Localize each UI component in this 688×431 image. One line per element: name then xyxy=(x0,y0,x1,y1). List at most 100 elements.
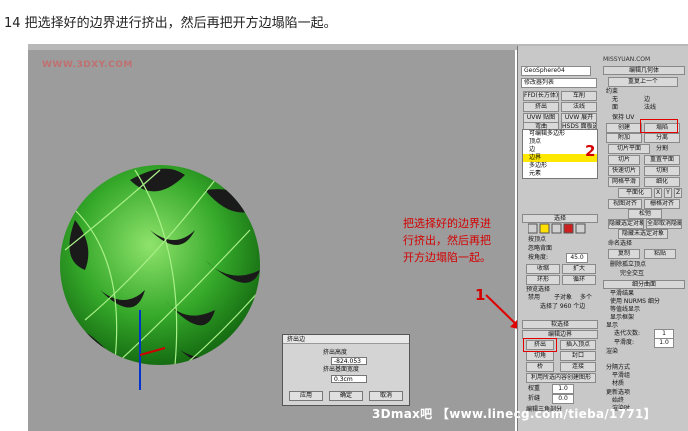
ring-button[interactable]: 环形 xyxy=(526,275,560,285)
create-shape-button[interactable]: 利用所选内容创建图形 xyxy=(526,373,596,383)
preview-subobj-radio[interactable]: 子对象 xyxy=(554,294,572,302)
constraint-none-radio[interactable]: 无 xyxy=(612,96,618,104)
chamfer-button[interactable]: 切角 xyxy=(526,351,554,361)
stack-item-element[interactable]: 元素 xyxy=(523,170,597,178)
smoothness-input[interactable]: 1.0 xyxy=(654,338,674,348)
smoothness-label: 平滑度: xyxy=(614,339,635,346)
step-number-2: 2 xyxy=(585,142,596,160)
crease-label: 折缝 xyxy=(528,395,541,402)
split-checkbox[interactable]: 分割 xyxy=(656,145,668,153)
modifier-btn-extrude[interactable]: 挤出 xyxy=(523,102,559,112)
weight-label: 权重 xyxy=(528,385,541,392)
extrude-base-label: 挤出基面宽度 xyxy=(323,366,360,373)
weight-input[interactable]: 1.0 xyxy=(552,384,574,394)
show-cage-checkbox[interactable]: 显示框架 xyxy=(610,314,634,322)
extrude-base-input[interactable]: 0.3cm xyxy=(331,375,367,383)
paste-button[interactable]: 粘贴 xyxy=(644,249,676,259)
hide-selected-button[interactable]: 隐藏选定对象 xyxy=(608,219,644,229)
loop-button[interactable]: 循环 xyxy=(562,275,596,285)
ok-button[interactable]: 确定 xyxy=(329,391,363,401)
constraint-face-radio[interactable]: 面 xyxy=(612,104,618,112)
shrink-button[interactable]: 收缩 xyxy=(526,264,560,274)
create-button[interactable]: 创建 xyxy=(606,123,642,133)
named-selections-label: 命名选择 xyxy=(608,240,633,247)
selection-count-text: 选择了 960 个边 xyxy=(540,303,586,310)
preserve-uv-checkbox[interactable]: 保持 UV xyxy=(612,114,634,122)
planarize-x-button[interactable]: X xyxy=(654,188,662,198)
planarize-button[interactable]: 平面化 xyxy=(618,188,652,198)
extrude-edges-dialog: 挤出边 挤出高度 -824.053 挤出基面宽度 0.3cm 应用 确定 取消 xyxy=(282,334,410,406)
preview-disabled-radio[interactable]: 禁用 xyxy=(528,294,540,302)
highlight-collapse xyxy=(640,119,678,133)
geosphere-model[interactable] xyxy=(55,150,265,390)
subobject-icons[interactable] xyxy=(528,223,588,234)
modifier-list-dropdown[interactable]: 修改器列表 xyxy=(521,78,597,88)
modifier-btn-lathe[interactable]: 车削 xyxy=(561,91,597,101)
copy-button[interactable]: 复制 xyxy=(608,249,640,259)
grow-button[interactable]: 扩大 xyxy=(562,264,596,274)
bridge-button[interactable]: 桥 xyxy=(526,362,554,372)
slice-plane-button[interactable]: 切片平面 xyxy=(608,144,650,154)
cap-button[interactable]: 封口 xyxy=(560,351,596,361)
grid-align-button[interactable]: 栅格对齐 xyxy=(644,199,680,209)
constraint-edge-radio[interactable]: 边 xyxy=(644,96,650,104)
use-nurms-checkbox[interactable]: 使用 NURMS 细分 xyxy=(610,298,660,306)
detach-button[interactable]: 分离 xyxy=(644,133,680,143)
display-label: 显示 xyxy=(606,322,619,329)
extrude-height-input[interactable]: -824.053 xyxy=(331,357,367,365)
tessellate-button[interactable]: 细化 xyxy=(644,177,680,187)
by-vertex-checkbox[interactable]: 按顶点 xyxy=(528,236,546,244)
angle-input[interactable]: 45.0 xyxy=(566,253,588,263)
repeat-last-button[interactable]: 重复上一个 xyxy=(608,77,678,87)
selection-rollout-header[interactable]: 选择 xyxy=(522,214,598,223)
reset-plane-button[interactable]: 重置平面 xyxy=(644,155,680,165)
watermark-bottom: 3Dmax吧 【www.linecg.com/tieba/1771】 xyxy=(372,407,656,421)
slice-button[interactable]: 切片 xyxy=(608,155,640,165)
meshsmooth-button[interactable]: 网格平滑 xyxy=(608,177,640,187)
full-interactivity-checkbox[interactable]: 完全交互 xyxy=(620,270,644,278)
modifier-btn-ffd[interactable]: FFD(长方体) xyxy=(523,91,559,101)
object-name-field[interactable]: GeoSphere04 xyxy=(521,66,591,76)
watermark-top: WWW.3DXY.COM xyxy=(42,60,133,70)
planarize-z-button[interactable]: Z xyxy=(674,188,682,198)
attach-button[interactable]: 附加 xyxy=(606,133,642,143)
connect-button[interactable]: 连接 xyxy=(560,362,596,372)
materials-checkbox[interactable]: 材质 xyxy=(612,380,624,388)
constraint-normal-radio[interactable]: 法线 xyxy=(644,104,656,112)
view-align-button[interactable]: 视图对齐 xyxy=(608,199,642,209)
highlight-extrude xyxy=(523,338,557,352)
crease-input[interactable]: 0.0 xyxy=(552,394,574,404)
quickslice-button[interactable]: 快速切片 xyxy=(608,166,640,176)
preview-multi-radio[interactable]: 多个 xyxy=(580,294,592,302)
hide-unselected-button[interactable]: 隐藏未选定对象 xyxy=(618,229,668,239)
dialog-title: 挤出边 xyxy=(283,335,409,344)
by-angle-checkbox[interactable]: 按角度: xyxy=(528,254,548,262)
separate-by-label: 分隔方式 xyxy=(606,364,631,371)
relax-button[interactable]: 松弛 xyxy=(628,209,662,219)
update-options-label: 更新选项 xyxy=(606,389,631,396)
planarize-y-button[interactable]: Y xyxy=(664,188,672,198)
edit-geometry-rollout[interactable]: 编辑几何体 xyxy=(603,66,685,75)
unhide-all-button[interactable]: 全部取消隐藏 xyxy=(646,219,682,229)
delete-isolated-checkbox[interactable]: 删除孤立顶点 xyxy=(610,261,646,269)
subdivision-surface-rollout[interactable]: 细分曲面 xyxy=(603,280,685,289)
iterations-label: 迭代次数: xyxy=(614,330,641,337)
extrude-height-label: 挤出高度 xyxy=(323,349,348,356)
smoothing-groups-checkbox[interactable]: 平滑组 xyxy=(612,372,630,380)
ignore-backfacing-checkbox[interactable]: 忽略背面 xyxy=(528,245,552,253)
stack-item-polygon[interactable]: 多边形 xyxy=(523,162,597,170)
modifier-btn-normal[interactable]: 法线 xyxy=(561,102,597,112)
cancel-button[interactable]: 取消 xyxy=(369,391,403,401)
render-label: 渲染 xyxy=(606,348,619,355)
insert-vertex-button[interactable]: 插入顶点 xyxy=(560,340,596,350)
isoline-display-checkbox[interactable]: 等值线显示 xyxy=(610,306,640,314)
smooth-result-checkbox[interactable]: 平滑结果 xyxy=(610,290,634,298)
preview-selection-label: 预览选择 xyxy=(526,286,551,293)
stack-title[interactable]: 可编辑多边形 xyxy=(523,130,597,138)
cut-button[interactable]: 切割 xyxy=(644,166,680,176)
soft-selection-rollout[interactable]: 软选择 xyxy=(522,320,598,329)
instruction-caption: 14 把选择好的边界进行挤出，然后再把开方边塌陷一起。 xyxy=(4,16,337,31)
constraints-label: 约束 xyxy=(606,88,619,95)
apply-button[interactable]: 应用 xyxy=(289,391,323,401)
always-radio[interactable]: 始终 xyxy=(612,397,624,405)
